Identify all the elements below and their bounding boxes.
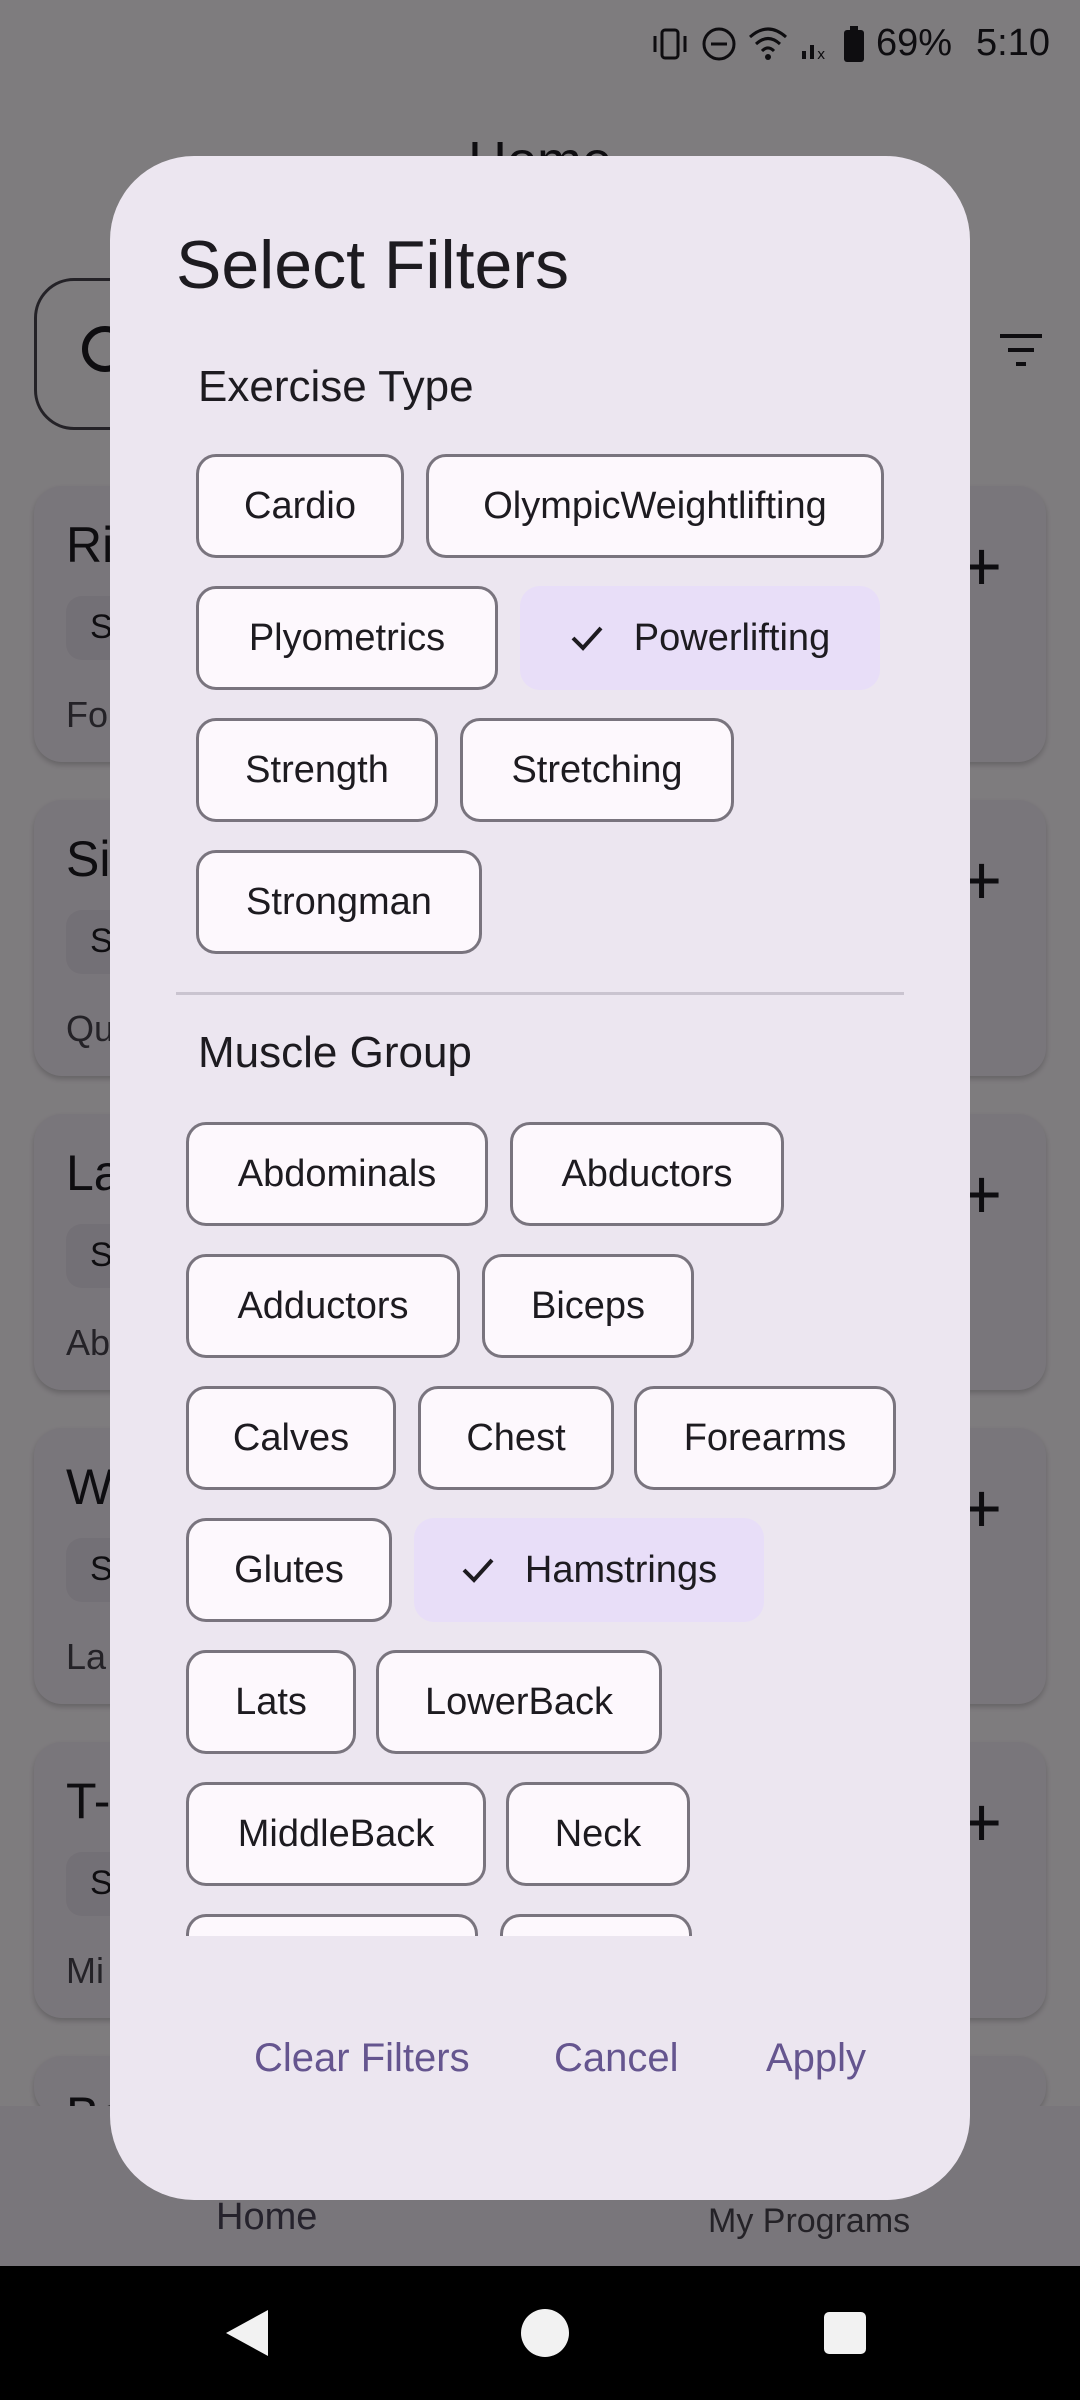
chip-calves[interactable]: Calves	[186, 1386, 396, 1490]
filters-scroll-area[interactable]: Exercise Type Cardio OlympicWeightliftin…	[110, 336, 970, 1936]
chip-label: Cardio	[244, 484, 356, 527]
chip-cardio[interactable]: Cardio	[196, 454, 404, 558]
chip-label: MiddleBack	[237, 1812, 435, 1855]
chip-lower-back[interactable]: LowerBack	[376, 1650, 662, 1754]
chip-label: Biceps	[530, 1284, 646, 1327]
check-icon	[571, 626, 603, 651]
clear-filters-button[interactable]: Clear Filters	[254, 2036, 470, 2081]
recents-icon[interactable]	[816, 2304, 874, 2362]
cancel-button[interactable]: Cancel	[554, 2036, 679, 2081]
chip-label: Hamstrings	[524, 1548, 718, 1591]
chip-neck[interactable]: Neck	[506, 1782, 690, 1886]
chip-plyometrics[interactable]: Plyometrics	[196, 586, 498, 690]
chip-label: Plyometrics	[248, 616, 446, 659]
chip-label: Neck	[554, 1812, 642, 1855]
chip-label: Strength	[245, 748, 389, 791]
chip-abdominals[interactable]: Abdominals	[186, 1122, 488, 1226]
chip-stretching[interactable]: Stretching	[460, 718, 734, 822]
chip-chest[interactable]: Chest	[418, 1386, 614, 1490]
chip-abductors[interactable]: Abductors	[510, 1122, 784, 1226]
apply-button[interactable]: Apply	[766, 2036, 866, 2081]
chip-label: Forearms	[683, 1416, 847, 1459]
chip-partially-visible[interactable]	[186, 1914, 478, 1936]
chip-label: Glutes	[234, 1548, 344, 1591]
muscle-group-label: Muscle Group	[198, 1028, 472, 1077]
chip-label: Strongman	[246, 880, 432, 923]
check-icon	[462, 1558, 494, 1583]
chip-adductors[interactable]: Adductors	[186, 1254, 460, 1358]
chip-partially-visible[interactable]	[500, 1914, 692, 1936]
chip-lats[interactable]: Lats	[186, 1650, 356, 1754]
chip-label: Stretching	[511, 748, 683, 791]
chip-label: Chest	[466, 1416, 566, 1459]
chip-glutes[interactable]: Glutes	[186, 1518, 392, 1622]
chip-label: Lats	[235, 1680, 307, 1723]
chip-middle-back[interactable]: MiddleBack	[186, 1782, 486, 1886]
dialog-actions: Clear Filters Cancel Apply	[110, 2036, 970, 2116]
chip-label: Adductors	[237, 1284, 409, 1327]
dialog-title: Select Filters	[176, 227, 569, 303]
chip-hamstrings[interactable]: Hamstrings	[414, 1518, 764, 1622]
chip-label: Calves	[232, 1416, 350, 1459]
select-filters-dialog: Select Filters Exercise Type Cardio Olym…	[110, 156, 970, 2200]
exercise-type-label: Exercise Type	[198, 362, 474, 411]
chip-strongman[interactable]: Strongman	[196, 850, 482, 954]
chip-olympic-weightlifting[interactable]: OlympicWeightlifting	[426, 454, 884, 558]
chip-forearms[interactable]: Forearms	[634, 1386, 896, 1490]
chip-label: LowerBack	[425, 1680, 613, 1723]
chip-label: Abductors	[561, 1152, 733, 1195]
chip-label: Powerlifting	[633, 616, 831, 659]
home-icon[interactable]	[516, 2304, 574, 2362]
section-divider	[176, 992, 904, 995]
chip-label: Abdominals	[237, 1152, 437, 1195]
chip-biceps[interactable]: Biceps	[482, 1254, 694, 1358]
system-navigation-bar	[0, 2266, 1080, 2400]
chip-powerlifting[interactable]: Powerlifting	[520, 586, 880, 690]
chip-strength[interactable]: Strength	[196, 718, 438, 822]
chip-label: OlympicWeightlifting	[483, 484, 827, 527]
back-icon[interactable]	[218, 2304, 276, 2362]
